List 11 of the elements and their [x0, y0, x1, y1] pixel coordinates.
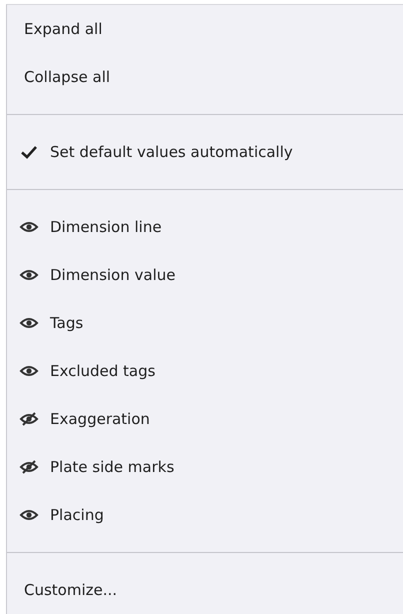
menu-item[interactable]: Excluded tags [7, 347, 403, 395]
menu-item[interactable]: Expand all [7, 5, 403, 53]
menu-item[interactable]: Plate side marks [7, 443, 403, 491]
menu-item[interactable]: Customize... [7, 566, 403, 614]
menu-item[interactable]: Dimension line [7, 203, 403, 251]
menu-item[interactable]: Exaggeration [7, 395, 403, 443]
menu-item[interactable]: Dimension value [7, 251, 403, 299]
menu-item[interactable]: Tags [7, 299, 403, 347]
menu-item[interactable]: Set default values automatically [7, 128, 403, 176]
menu-item[interactable]: Placing [7, 491, 403, 539]
menu-item[interactable]: Collapse all [7, 53, 403, 101]
